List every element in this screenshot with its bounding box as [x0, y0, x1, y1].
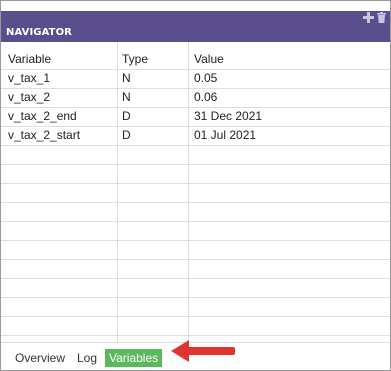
column-header-value[interactable]: Value: [194, 50, 224, 68]
variable-value: 0.05: [194, 71, 218, 85]
navigator-panel: NAVIGATOR Variable Type Value v_tax_1 N …: [0, 0, 391, 371]
row-divider: [1, 335, 390, 336]
navigator-title: NAVIGATOR: [6, 27, 72, 38]
variable-name: v_tax_1: [8, 71, 51, 85]
variable-type: N: [122, 90, 131, 104]
column-header-variable[interactable]: Variable: [8, 50, 51, 68]
variables-table: Variable Type Value v_tax_1 N 0.05 v_tax…: [1, 42, 390, 342]
row-divider: [1, 316, 390, 317]
row-divider: [1, 145, 390, 146]
variable-name: v_tax_2_end: [8, 109, 77, 123]
row-divider: [1, 259, 390, 260]
row-divider: [1, 278, 390, 279]
tab-variables[interactable]: Variables: [105, 349, 163, 367]
variable-name: v_tax_2: [8, 90, 51, 104]
navigator-tools: [363, 12, 387, 23]
tab-log[interactable]: Log: [73, 349, 101, 367]
row-divider: [1, 240, 390, 241]
row-divider: [1, 297, 390, 298]
arrow-icon: [171, 340, 235, 362]
tab-overview[interactable]: Overview: [11, 349, 69, 367]
row-divider: [1, 221, 390, 222]
row-divider: [1, 202, 390, 203]
variable-value: 31 Dec 2021: [194, 109, 263, 123]
trash-icon[interactable]: [376, 12, 387, 23]
variable-type: D: [122, 109, 131, 123]
variable-type: D: [122, 128, 131, 142]
variable-value: 01 Jul 2021: [194, 128, 257, 142]
variable-name: v_tax_2_start: [8, 128, 81, 142]
variable-type: N: [122, 71, 131, 85]
column-header-type[interactable]: Type: [122, 50, 148, 68]
row-divider: [1, 164, 390, 165]
plus-icon[interactable]: [363, 12, 374, 23]
row-divider: [1, 183, 390, 184]
variable-value: 0.06: [194, 90, 218, 104]
